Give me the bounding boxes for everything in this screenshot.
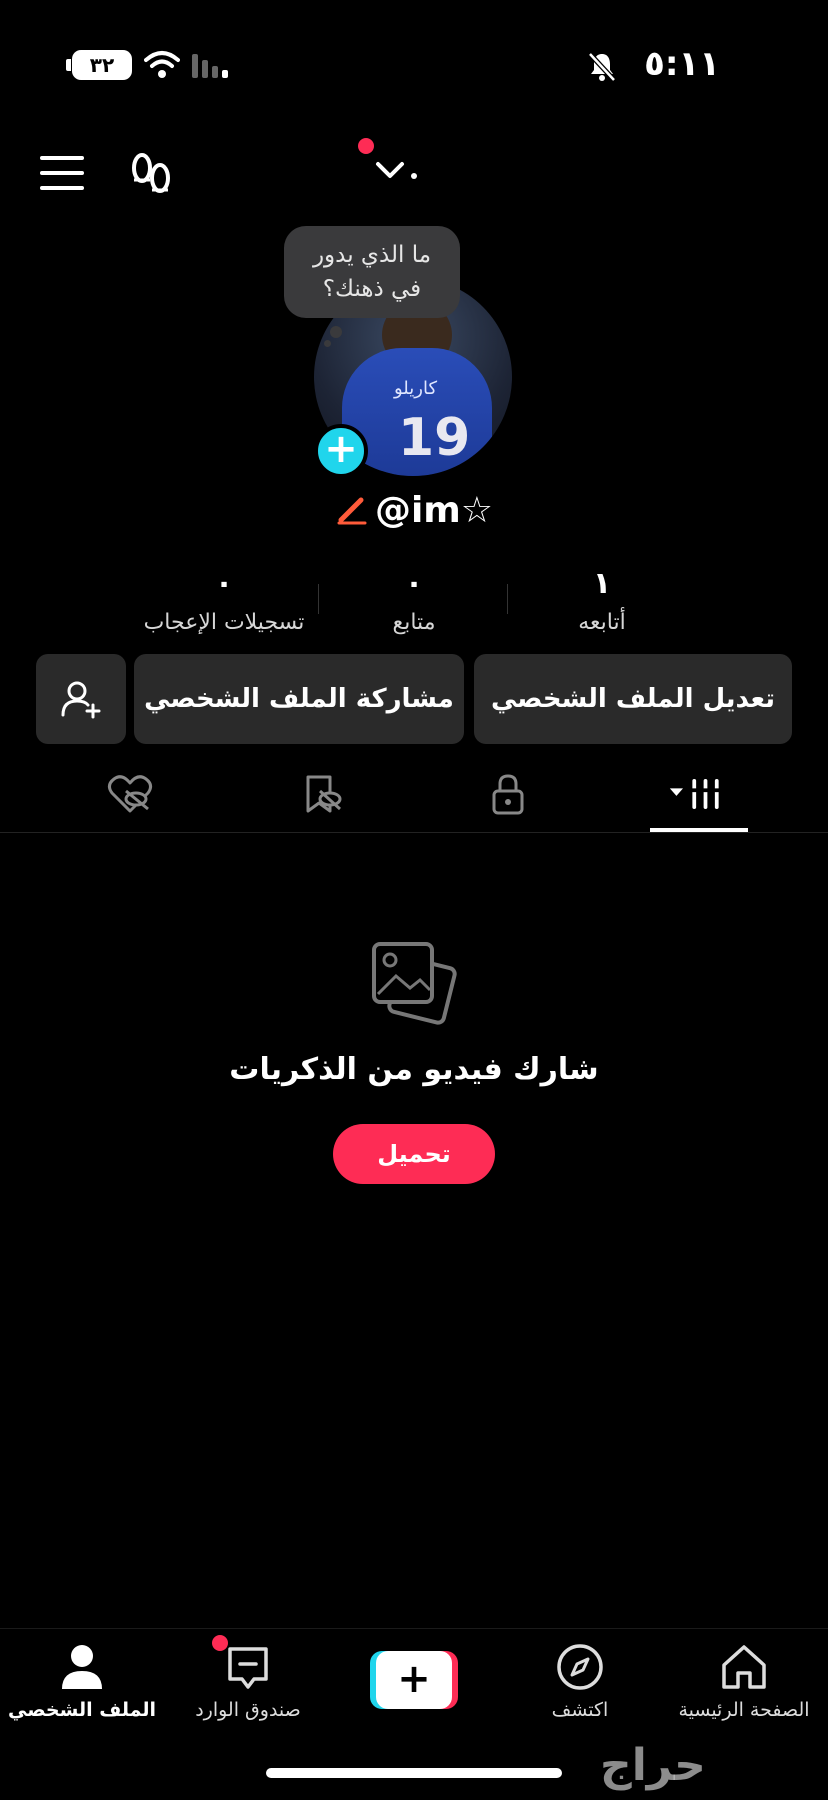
nav-home-label: الصفحة الرئيسية xyxy=(678,1699,810,1721)
wifi-icon xyxy=(144,51,180,78)
inbox-badge-dot xyxy=(212,1635,228,1651)
signal-icon xyxy=(192,54,228,78)
jersey-name: كاريلو xyxy=(394,378,438,399)
bubble-tail-small xyxy=(324,340,331,347)
notification-dot xyxy=(358,138,374,154)
compass-icon xyxy=(557,1644,603,1690)
likes-label: تسجيلات الإعجاب xyxy=(143,610,305,635)
inbox-icon xyxy=(228,1647,268,1689)
nav-inbox-label: صندوق الوارد xyxy=(195,1699,301,1721)
home-indicator[interactable] xyxy=(266,1768,562,1778)
battery-indicator: ٣٢ xyxy=(66,50,132,80)
stat-followers[interactable]: ٠ متابع xyxy=(324,566,504,635)
edit-profile-button[interactable]: تعديل الملف الشخصي xyxy=(474,654,792,744)
stat-divider xyxy=(318,584,319,614)
likes-count: ٠ xyxy=(214,566,234,601)
nav-profile[interactable]: الملف الشخصي xyxy=(2,1641,162,1721)
create-button[interactable]: + xyxy=(370,1651,458,1709)
lock-icon xyxy=(492,774,524,815)
username: @im☆ xyxy=(374,490,494,531)
nav-home[interactable]: الصفحة الرئيسية xyxy=(664,1641,824,1721)
hidden-bookmark-icon xyxy=(306,775,342,813)
nav-discover[interactable]: اكتشف xyxy=(500,1641,660,1721)
profile-icon xyxy=(62,1645,102,1689)
footprints-icon[interactable] xyxy=(128,150,176,200)
chevron-down-icon[interactable] xyxy=(374,150,424,190)
nav-discover-label: اكتشف xyxy=(551,1699,609,1721)
followers-label: متابع xyxy=(392,610,436,635)
photos-icon xyxy=(372,942,457,1025)
share-profile-button[interactable]: مشاركة الملف الشخصي xyxy=(134,654,464,744)
watermark: حراج xyxy=(600,1740,706,1791)
jersey-number: 19 xyxy=(398,408,471,468)
empty-state-title: شارك فيديو من الذكريات xyxy=(229,1052,599,1087)
stat-divider xyxy=(507,584,508,614)
stat-likes[interactable]: ٠ تسجيلات الإعجاب xyxy=(134,566,314,635)
silent-bell-icon xyxy=(588,52,616,82)
username-row[interactable]: @im☆ xyxy=(0,490,828,531)
stat-following[interactable]: ١ أتابعه xyxy=(512,566,692,635)
tab-saved[interactable] xyxy=(292,770,352,818)
nav-inbox[interactable]: صندوق الوارد xyxy=(168,1641,328,1721)
home-icon xyxy=(722,1645,766,1689)
nav-profile-label: الملف الشخصي xyxy=(7,1699,156,1721)
tabs-divider xyxy=(0,832,828,833)
tab-private[interactable] xyxy=(478,770,538,818)
add-user-icon xyxy=(61,681,101,719)
add-story-button[interactable]: + xyxy=(314,424,368,478)
note-bubble-line2: في ذهنك؟ xyxy=(322,276,422,302)
grid-icon xyxy=(669,779,723,809)
bubble-tail xyxy=(330,326,342,338)
clock: ٥:١١ xyxy=(644,44,720,84)
create-plus: + xyxy=(376,1651,452,1709)
tab-liked[interactable] xyxy=(100,770,160,818)
status-bar: ٣٢ ٥:١١ xyxy=(0,0,828,130)
upload-button[interactable]: تحميل xyxy=(333,1124,495,1184)
menu-icon[interactable] xyxy=(40,156,84,192)
note-bubble[interactable]: ما الذي يدور في ذهنك؟ xyxy=(284,226,460,318)
tab-videos[interactable] xyxy=(668,770,728,818)
add-friend-button[interactable] xyxy=(36,654,126,744)
followers-count: ٠ xyxy=(404,566,424,601)
note-bubble-line1: ما الذي يدور xyxy=(312,242,432,268)
hidden-heart-icon xyxy=(107,775,153,813)
edit-pen-icon xyxy=(337,497,367,525)
following-count: ١ xyxy=(592,566,612,601)
following-label: أتابعه xyxy=(578,610,626,635)
